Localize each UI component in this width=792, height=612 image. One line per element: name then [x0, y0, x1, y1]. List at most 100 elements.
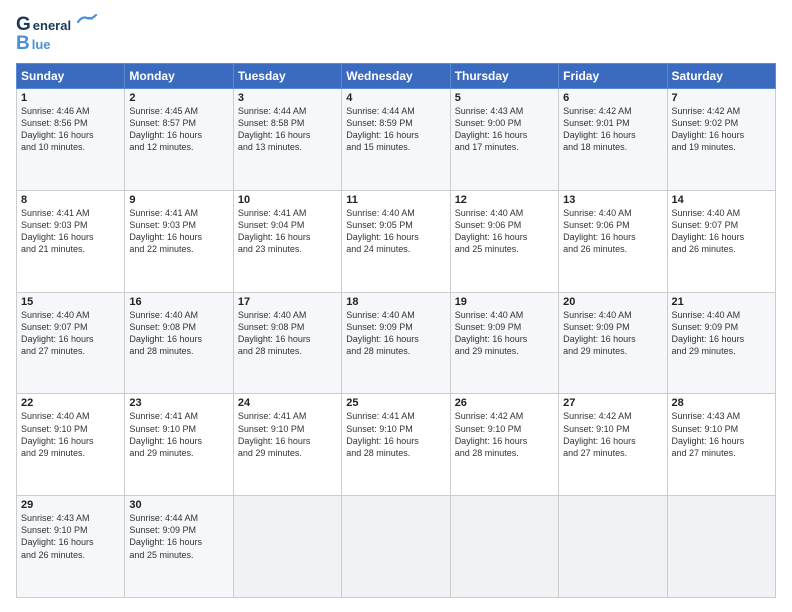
- day-content: Sunrise: 4:40 AMSunset: 9:09 PMDaylight:…: [563, 309, 662, 358]
- day-number: 9: [129, 194, 228, 206]
- day-number: 13: [563, 194, 662, 206]
- calendar-cell: 17Sunrise: 4:40 AMSunset: 9:08 PMDayligh…: [233, 292, 341, 394]
- day-number: 18: [346, 296, 445, 308]
- calendar-cell: 8Sunrise: 4:41 AMSunset: 9:03 PMDaylight…: [17, 190, 125, 292]
- calendar-cell: 20Sunrise: 4:40 AMSunset: 9:09 PMDayligh…: [559, 292, 667, 394]
- day-content: Sunrise: 4:40 AMSunset: 9:07 PMDaylight:…: [672, 207, 771, 256]
- calendar-cell: 5Sunrise: 4:43 AMSunset: 9:00 PMDaylight…: [450, 89, 558, 191]
- day-content: Sunrise: 4:44 AMSunset: 8:58 PMDaylight:…: [238, 105, 337, 154]
- day-content: Sunrise: 4:40 AMSunset: 9:09 PMDaylight:…: [672, 309, 771, 358]
- day-number: 8: [21, 194, 120, 206]
- day-content: Sunrise: 4:40 AMSunset: 9:06 PMDaylight:…: [563, 207, 662, 256]
- calendar-cell: 30Sunrise: 4:44 AMSunset: 9:09 PMDayligh…: [125, 496, 233, 598]
- day-number: 27: [563, 397, 662, 409]
- calendar-cell: 24Sunrise: 4:41 AMSunset: 9:10 PMDayligh…: [233, 394, 341, 496]
- day-content: Sunrise: 4:40 AMSunset: 9:07 PMDaylight:…: [21, 309, 120, 358]
- calendar-cell: [342, 496, 450, 598]
- day-content: Sunrise: 4:42 AMSunset: 9:10 PMDaylight:…: [563, 410, 662, 459]
- calendar-cell: 18Sunrise: 4:40 AMSunset: 9:09 PMDayligh…: [342, 292, 450, 394]
- col-header-friday: Friday: [559, 64, 667, 89]
- day-number: 23: [129, 397, 228, 409]
- day-content: Sunrise: 4:40 AMSunset: 9:08 PMDaylight:…: [238, 309, 337, 358]
- day-number: 6: [563, 92, 662, 104]
- day-content: Sunrise: 4:41 AMSunset: 9:03 PMDaylight:…: [21, 207, 120, 256]
- day-content: Sunrise: 4:41 AMSunset: 9:04 PMDaylight:…: [238, 207, 337, 256]
- day-number: 11: [346, 194, 445, 206]
- day-number: 3: [238, 92, 337, 104]
- day-content: Sunrise: 4:42 AMSunset: 9:10 PMDaylight:…: [455, 410, 554, 459]
- day-number: 7: [672, 92, 771, 104]
- calendar-cell: 6Sunrise: 4:42 AMSunset: 9:01 PMDaylight…: [559, 89, 667, 191]
- calendar-cell: 27Sunrise: 4:42 AMSunset: 9:10 PMDayligh…: [559, 394, 667, 496]
- calendar-cell: [559, 496, 667, 598]
- calendar-cell: 22Sunrise: 4:40 AMSunset: 9:10 PMDayligh…: [17, 394, 125, 496]
- day-number: 30: [129, 499, 228, 511]
- day-number: 10: [238, 194, 337, 206]
- day-content: Sunrise: 4:44 AMSunset: 9:09 PMDaylight:…: [129, 512, 228, 561]
- day-content: Sunrise: 4:44 AMSunset: 8:59 PMDaylight:…: [346, 105, 445, 154]
- day-content: Sunrise: 4:42 AMSunset: 9:01 PMDaylight:…: [563, 105, 662, 154]
- calendar-cell: 21Sunrise: 4:40 AMSunset: 9:09 PMDayligh…: [667, 292, 775, 394]
- calendar-cell: 11Sunrise: 4:40 AMSunset: 9:05 PMDayligh…: [342, 190, 450, 292]
- calendar-cell: 16Sunrise: 4:40 AMSunset: 9:08 PMDayligh…: [125, 292, 233, 394]
- day-number: 29: [21, 499, 120, 511]
- day-number: 17: [238, 296, 337, 308]
- day-number: 26: [455, 397, 554, 409]
- calendar-cell: 3Sunrise: 4:44 AMSunset: 8:58 PMDaylight…: [233, 89, 341, 191]
- day-content: Sunrise: 4:41 AMSunset: 9:10 PMDaylight:…: [238, 410, 337, 459]
- col-header-tuesday: Tuesday: [233, 64, 341, 89]
- calendar-cell: 1Sunrise: 4:46 AMSunset: 8:56 PMDaylight…: [17, 89, 125, 191]
- calendar-cell: 2Sunrise: 4:45 AMSunset: 8:57 PMDaylight…: [125, 89, 233, 191]
- calendar-cell: 26Sunrise: 4:42 AMSunset: 9:10 PMDayligh…: [450, 394, 558, 496]
- calendar-cell: 12Sunrise: 4:40 AMSunset: 9:06 PMDayligh…: [450, 190, 558, 292]
- day-number: 1: [21, 92, 120, 104]
- day-content: Sunrise: 4:40 AMSunset: 9:05 PMDaylight:…: [346, 207, 445, 256]
- calendar-cell: 14Sunrise: 4:40 AMSunset: 9:07 PMDayligh…: [667, 190, 775, 292]
- day-content: Sunrise: 4:40 AMSunset: 9:09 PMDaylight:…: [455, 309, 554, 358]
- calendar-cell: 19Sunrise: 4:40 AMSunset: 9:09 PMDayligh…: [450, 292, 558, 394]
- day-content: Sunrise: 4:42 AMSunset: 9:02 PMDaylight:…: [672, 105, 771, 154]
- calendar-cell: 23Sunrise: 4:41 AMSunset: 9:10 PMDayligh…: [125, 394, 233, 496]
- day-content: Sunrise: 4:43 AMSunset: 9:00 PMDaylight:…: [455, 105, 554, 154]
- day-content: Sunrise: 4:40 AMSunset: 9:06 PMDaylight:…: [455, 207, 554, 256]
- day-number: 24: [238, 397, 337, 409]
- day-content: Sunrise: 4:43 AMSunset: 9:10 PMDaylight:…: [672, 410, 771, 459]
- day-number: 22: [21, 397, 120, 409]
- day-number: 16: [129, 296, 228, 308]
- day-number: 14: [672, 194, 771, 206]
- calendar-cell: 4Sunrise: 4:44 AMSunset: 8:59 PMDaylight…: [342, 89, 450, 191]
- logo: G eneral B lue: [16, 14, 98, 55]
- day-content: Sunrise: 4:41 AMSunset: 9:10 PMDaylight:…: [129, 410, 228, 459]
- col-header-saturday: Saturday: [667, 64, 775, 89]
- calendar-cell: [450, 496, 558, 598]
- calendar-cell: 15Sunrise: 4:40 AMSunset: 9:07 PMDayligh…: [17, 292, 125, 394]
- calendar-cell: [667, 496, 775, 598]
- calendar-cell: 9Sunrise: 4:41 AMSunset: 9:03 PMDaylight…: [125, 190, 233, 292]
- day-number: 15: [21, 296, 120, 308]
- day-content: Sunrise: 4:40 AMSunset: 9:10 PMDaylight:…: [21, 410, 120, 459]
- day-content: Sunrise: 4:40 AMSunset: 9:08 PMDaylight:…: [129, 309, 228, 358]
- calendar-table: SundayMondayTuesdayWednesdayThursdayFrid…: [16, 63, 776, 598]
- calendar-cell: 29Sunrise: 4:43 AMSunset: 9:10 PMDayligh…: [17, 496, 125, 598]
- col-header-monday: Monday: [125, 64, 233, 89]
- day-content: Sunrise: 4:41 AMSunset: 9:03 PMDaylight:…: [129, 207, 228, 256]
- day-number: 20: [563, 296, 662, 308]
- col-header-sunday: Sunday: [17, 64, 125, 89]
- col-header-wednesday: Wednesday: [342, 64, 450, 89]
- day-number: 28: [672, 397, 771, 409]
- logo-bird-icon: [76, 14, 98, 27]
- calendar-cell: 28Sunrise: 4:43 AMSunset: 9:10 PMDayligh…: [667, 394, 775, 496]
- day-number: 5: [455, 92, 554, 104]
- day-content: Sunrise: 4:43 AMSunset: 9:10 PMDaylight:…: [21, 512, 120, 561]
- day-number: 12: [455, 194, 554, 206]
- day-content: Sunrise: 4:40 AMSunset: 9:09 PMDaylight:…: [346, 309, 445, 358]
- day-content: Sunrise: 4:45 AMSunset: 8:57 PMDaylight:…: [129, 105, 228, 154]
- day-content: Sunrise: 4:46 AMSunset: 8:56 PMDaylight:…: [21, 105, 120, 154]
- col-header-thursday: Thursday: [450, 64, 558, 89]
- calendar-cell: 25Sunrise: 4:41 AMSunset: 9:10 PMDayligh…: [342, 394, 450, 496]
- logo-eneral: eneral: [33, 18, 71, 33]
- day-number: 4: [346, 92, 445, 104]
- calendar-cell: 7Sunrise: 4:42 AMSunset: 9:02 PMDaylight…: [667, 89, 775, 191]
- logo-b-blue: B: [16, 33, 30, 55]
- logo-lue: lue: [32, 37, 51, 52]
